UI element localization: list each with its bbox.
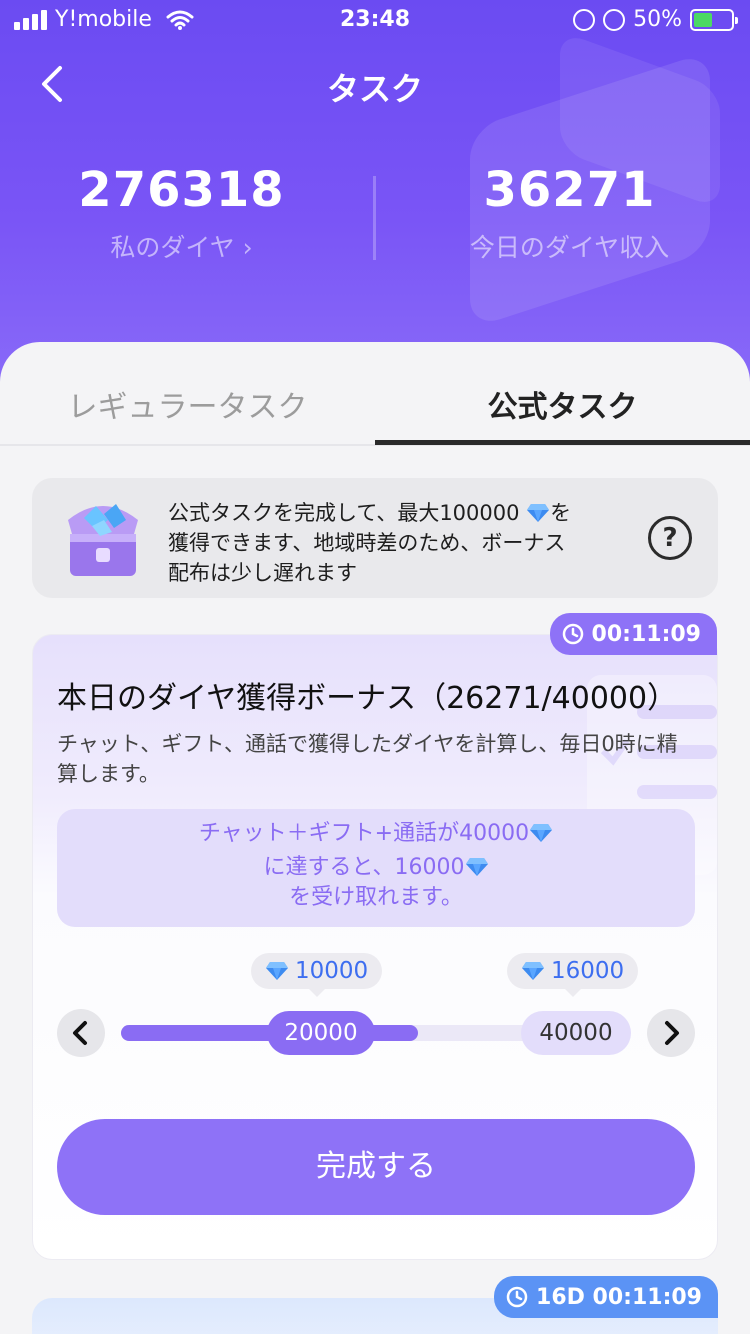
milestone-target: 20000 — [267, 1011, 375, 1055]
orientation-lock-icon — [573, 8, 596, 31]
header: Y!mobile 23:48 50% タスク 276318 私のダイヤ › 36… — [0, 0, 750, 400]
timer-text: 16D 00:11:09 — [536, 1284, 702, 1310]
task-condition-box: チャット＋ギフト+通話が40000 に達すると、16000 を受け取れます。 — [57, 809, 695, 927]
carrier-label: Y!mobile — [55, 7, 152, 32]
treasure-chest-icon — [68, 504, 138, 576]
notice-banner: 公式タスクを完成して、最大100000 を 獲得できます、地域時差のため、ボーナ… — [32, 478, 718, 598]
diamond-icon — [465, 857, 489, 877]
countdown-timer: 16D 00:11:09 — [494, 1276, 718, 1318]
today-income-label: 今日のダイヤ収入 — [469, 233, 670, 262]
tab-underline — [375, 440, 750, 445]
status-left: Y!mobile — [14, 7, 194, 32]
task-card: 00:11:09 本日のダイヤ獲得ボーナス（26271/40000） チャット、… — [32, 613, 718, 1260]
notice-line3: 配布は少し遅れます — [168, 561, 357, 585]
clock-icon — [562, 623, 584, 645]
my-diamonds-value: 276318 — [78, 162, 285, 218]
task-description: チャット、ギフト、通話で獲得したダイヤを計算し、毎日0時に精算します。 — [57, 732, 678, 786]
countdown-timer: 00:11:09 — [549, 613, 717, 655]
my-diamonds-stat[interactable]: 276318 私のダイヤ › — [0, 162, 369, 264]
clock-icon — [506, 1286, 528, 1308]
task-title: 本日のダイヤ獲得ボーナス（26271/40000） — [57, 681, 678, 716]
condition-line2: に達すると、16000 — [263, 855, 465, 880]
diamond-icon — [521, 961, 545, 981]
tab-bar: レギュラータスク 公式タスク — [0, 342, 750, 446]
battery-percent: 50% — [633, 7, 682, 32]
diamond-icon — [526, 503, 550, 523]
notice-text: 公式タスクを完成して、最大100000 を 獲得できます、地域時差のため、ボーナ… — [168, 498, 638, 588]
stats-divider — [373, 176, 376, 260]
battery-icon — [690, 8, 738, 31]
today-income-stat: 36271 今日のダイヤ収入 — [382, 162, 750, 264]
status-bar: Y!mobile 23:48 50% — [0, 0, 750, 42]
reward-value: 10000 — [295, 958, 369, 984]
notice-line2: 獲得できます、地域時差のため、ボーナス — [168, 531, 566, 555]
reward-value: 16000 — [551, 958, 625, 984]
wifi-icon — [166, 10, 194, 30]
notice-line1-end: を — [550, 501, 572, 525]
chevron-left-icon[interactable] — [57, 1009, 105, 1057]
content-sheet: レギュラータスク 公式タスク 公式タスクを完成して、最大100000 を 獲得で… — [0, 342, 750, 1334]
today-income-value: 36271 — [483, 162, 656, 218]
milestone-target: 40000 — [521, 1011, 631, 1055]
tab-official[interactable]: 公式タスク — [375, 382, 750, 426]
help-icon[interactable]: ? — [648, 516, 692, 560]
alarm-icon — [603, 8, 626, 31]
diamond-icon — [265, 961, 289, 981]
notice-line1: 公式タスクを完成して、最大100000 — [168, 501, 527, 525]
tab-regular[interactable]: レギュラータスク — [0, 382, 375, 426]
signal-icon — [14, 9, 47, 30]
complete-button[interactable]: 完成する — [57, 1119, 695, 1215]
chevron-right-icon[interactable] — [647, 1009, 695, 1057]
timer-text: 00:11:09 — [591, 621, 701, 647]
diamond-icon — [529, 823, 553, 843]
reward-bubble: 10000 — [251, 953, 383, 997]
my-diamonds-label: 私のダイヤ › — [110, 233, 253, 262]
next-task-card: 16D 00:11:09 — [32, 1276, 718, 1334]
page-title: タスク — [326, 70, 423, 108]
condition-line1: チャット＋ギフト+通話が40000 — [198, 821, 530, 846]
condition-line3: を受け取れます。 — [289, 885, 463, 910]
status-right: 50% — [573, 7, 738, 32]
reward-bubble: 16000 — [507, 953, 639, 997]
